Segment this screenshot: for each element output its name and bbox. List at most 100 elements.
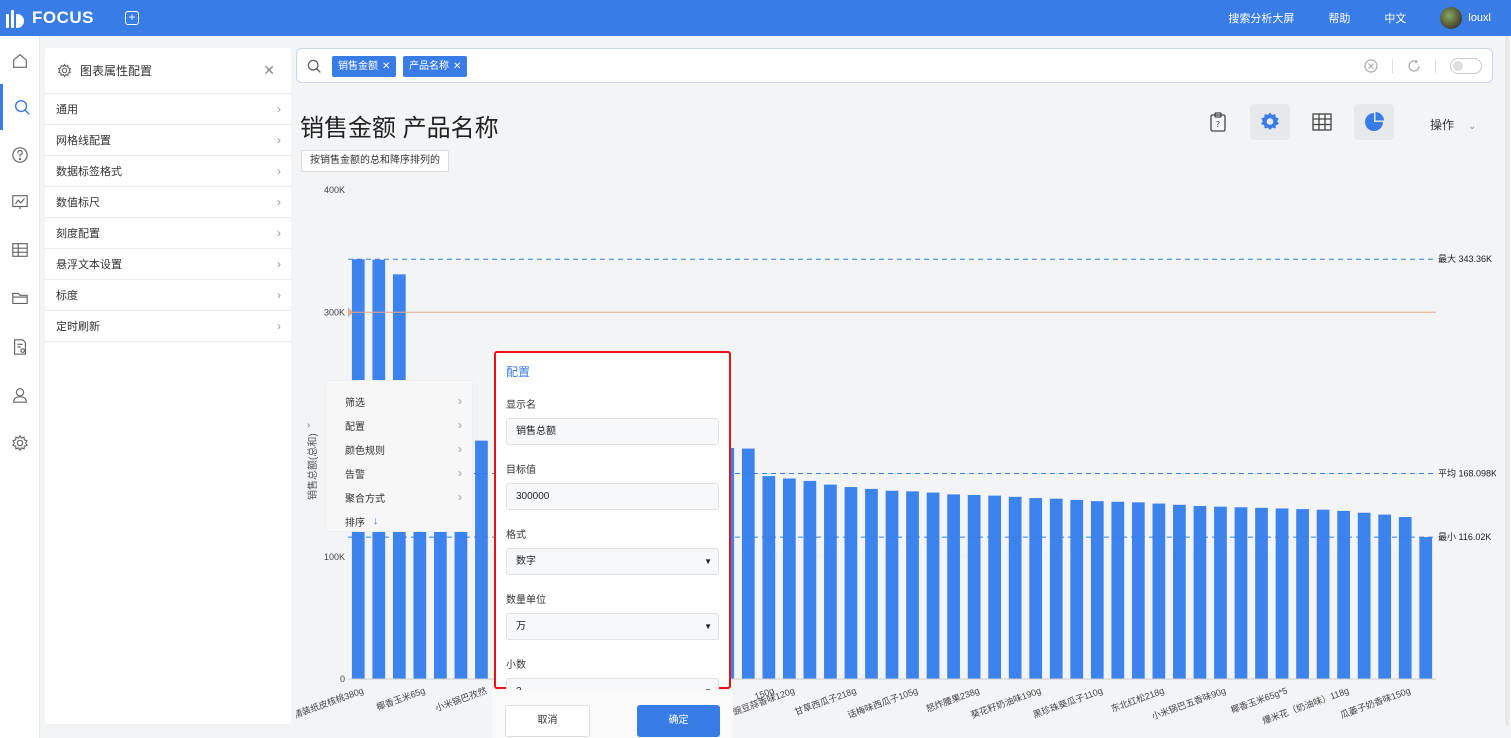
chevron-down-icon: ⌄	[1468, 121, 1477, 132]
search-chip[interactable]: 销售金额 ✕	[332, 56, 397, 77]
chevron-right-icon: ›	[277, 164, 281, 178]
unit-select[interactable]: 万 ▼	[506, 613, 719, 640]
unit-label: 数量单位	[506, 595, 546, 606]
divider	[1435, 59, 1436, 73]
cfg-item-tick[interactable]: 刻度配置 ›	[45, 218, 291, 249]
decimal-label: 小数	[506, 660, 526, 671]
x-tick-label: 瓜蒌子奶香味150g	[1339, 685, 1412, 721]
table-icon[interactable]	[0, 227, 40, 273]
cfg-item-general[interactable]: 通用 ›	[45, 94, 291, 125]
bar	[1275, 508, 1289, 679]
refresh-icon[interactable]	[1407, 59, 1421, 73]
clear-icon[interactable]	[1364, 59, 1378, 73]
popup-title: 配置	[506, 365, 531, 379]
help-icon[interactable]	[0, 132, 40, 178]
chevron-right-icon: ›	[458, 394, 462, 408]
menu-item-config[interactable]: 配置 ›	[326, 413, 472, 437]
target-value-input[interactable]: 300000	[506, 483, 719, 510]
chevron-right-icon: ›	[458, 418, 462, 432]
cfg-item-scale[interactable]: 标度 ›	[45, 280, 291, 311]
search-icon[interactable]	[0, 84, 40, 130]
chevron-right-icon: ›	[277, 195, 281, 209]
cfg-item-refresh[interactable]: 定时刷新 ›	[45, 311, 291, 342]
menu-item-aggregation[interactable]: 聚合方式 ›	[326, 485, 472, 509]
avatar[interactable]	[1440, 7, 1463, 29]
user-name[interactable]: louxl	[1468, 12, 1491, 24]
cfg-item-value-ruler[interactable]: 数值标尺 ›	[45, 187, 291, 218]
menu-item-alarm[interactable]: 告警 ›	[326, 461, 472, 485]
y-tick-label: 0	[340, 674, 345, 684]
cfg-item-data-label[interactable]: 数据标签格式 ›	[45, 156, 291, 187]
bar	[1357, 512, 1371, 679]
user-icon[interactable]	[0, 372, 40, 418]
bar	[1131, 502, 1145, 679]
add-tab-button[interactable]: +	[125, 11, 139, 25]
close-icon[interactable]: ✕	[453, 61, 461, 72]
chevron-right-icon: ›	[277, 257, 281, 271]
chevron-right-icon: ›	[277, 288, 281, 302]
panel-title: 图表属性配置	[80, 64, 153, 78]
chart-settings-gear-icon[interactable]	[1250, 104, 1290, 140]
y-tick-label: 100K	[324, 552, 345, 562]
caret-down-icon: ▼	[704, 557, 712, 566]
display-name-label: 显示名	[506, 400, 536, 411]
menu-item-sort[interactable]: 排序 ↓	[326, 509, 472, 533]
reference-line-label: 最大 343.36K	[1438, 253, 1492, 264]
y-tick-label: 300K	[324, 307, 345, 317]
table-view-icon[interactable]	[1302, 104, 1342, 140]
gear-icon	[57, 63, 72, 78]
unit-select-value: 万	[516, 621, 526, 632]
arrow-down-icon: ↓	[373, 515, 379, 527]
bar	[1173, 504, 1186, 679]
confirm-button[interactable]: 确定	[637, 705, 720, 737]
cfg-item-gridline[interactable]: 网格线配置 ›	[45, 125, 291, 156]
bar	[1214, 506, 1227, 679]
toggle-switch[interactable]	[1450, 58, 1482, 74]
menu-item-label: 配置	[345, 421, 365, 433]
folder-icon[interactable]	[0, 275, 40, 321]
language-switch[interactable]: 中文	[1384, 10, 1406, 26]
operations-dropdown[interactable]: 操作 ⌄	[1430, 116, 1476, 133]
chevron-right-icon: ›	[277, 102, 281, 116]
bar	[782, 478, 796, 679]
home-icon[interactable]	[0, 38, 40, 84]
search-actions	[1364, 58, 1482, 74]
menu-item-color-rule[interactable]: 颜色规则 ›	[326, 437, 472, 461]
chevron-right-icon[interactable]: ›	[307, 420, 310, 431]
bar	[1316, 509, 1330, 679]
chart-board-icon[interactable]	[0, 179, 40, 225]
close-icon[interactable]: ✕	[263, 62, 275, 79]
chevron-right-icon: ›	[277, 226, 281, 240]
bar	[475, 440, 488, 679]
bar	[947, 494, 960, 679]
cfg-item-tooltip[interactable]: 悬浮文本设置 ›	[45, 249, 291, 280]
link-search-dashboard[interactable]: 搜索分析大屏	[1228, 10, 1294, 26]
gear-icon[interactable]	[0, 420, 40, 466]
close-icon[interactable]: ✕	[382, 61, 390, 72]
cancel-button[interactable]: 取消	[505, 705, 590, 737]
pie-chart-icon[interactable]	[1354, 104, 1394, 140]
bar	[1070, 499, 1084, 679]
y-axis-title[interactable]: 销售总额(总和)	[304, 433, 319, 500]
logo-text: FOCUS	[32, 8, 94, 27]
clipboard-icon[interactable]: ?	[1198, 104, 1238, 140]
page-title: 销售金额 产品名称	[300, 115, 499, 142]
chevron-right-icon: ›	[458, 442, 462, 456]
search-icon	[307, 59, 321, 73]
link-help[interactable]: 帮助	[1328, 10, 1350, 26]
sort-description-tag[interactable]: 按销售金额的总和降序排列的	[301, 150, 449, 172]
menu-item-filter[interactable]: 筛选 ›	[326, 389, 472, 413]
search-chip[interactable]: 产品名称 ✕	[403, 56, 468, 77]
cfg-item-label: 悬浮文本设置	[56, 259, 122, 271]
x-tick-label: 小米锅巴孜然	[434, 685, 489, 714]
format-select[interactable]: 数字 ▼	[506, 548, 719, 575]
vertical-scrollbar[interactable]	[1505, 36, 1509, 726]
bar	[885, 490, 899, 679]
doc-settings-icon[interactable]	[0, 324, 40, 370]
display-name-input[interactable]: 销售总额	[506, 418, 719, 445]
bar	[988, 495, 1002, 679]
bar	[1419, 537, 1433, 679]
focus-logo[interactable]: FOCUS	[6, 8, 94, 28]
search-bar[interactable]: 销售金额 ✕ 产品名称 ✕	[296, 48, 1493, 83]
cfg-item-label: 通用	[56, 104, 78, 116]
